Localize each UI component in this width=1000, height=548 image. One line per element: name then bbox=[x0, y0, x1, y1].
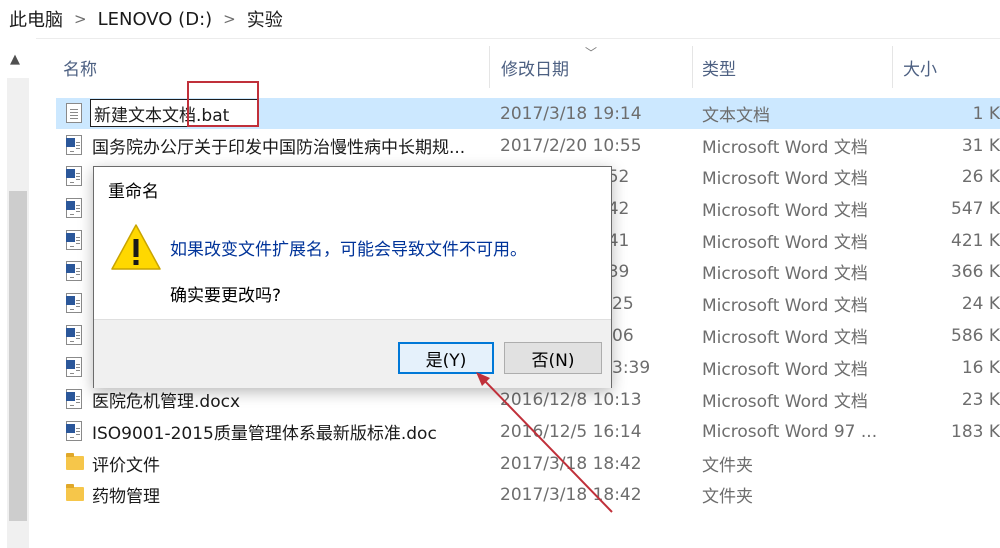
annotation-arrow bbox=[476, 372, 613, 513]
